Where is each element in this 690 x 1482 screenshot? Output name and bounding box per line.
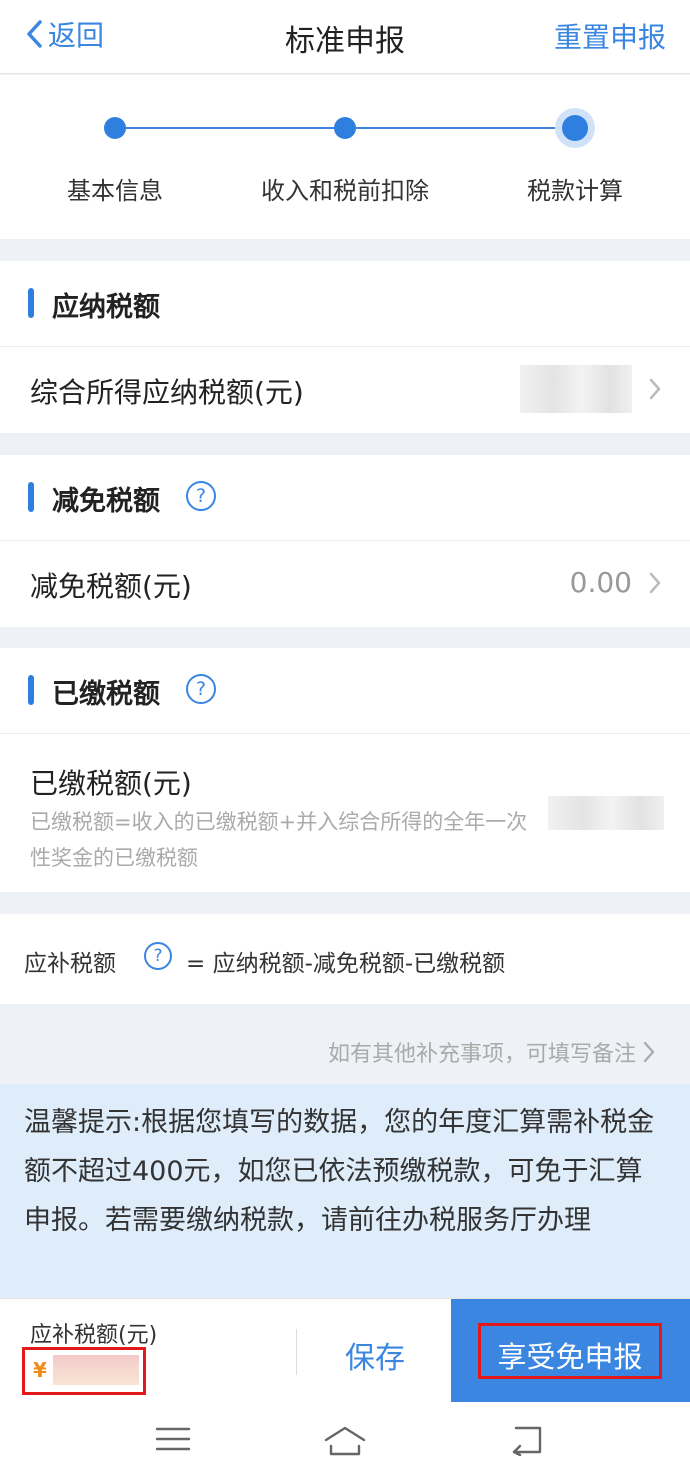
system-nav-bar xyxy=(0,1402,690,1482)
step-dot-1 xyxy=(104,117,126,139)
section-header: 减免税额 ? xyxy=(0,455,690,541)
tax-payable-row[interactable]: 综合所得应纳税额(元) xyxy=(0,347,690,433)
blurred-value xyxy=(520,365,632,413)
tax-paid-section: 已缴税额 ? 已缴税额(元) 已缴税额=收入的已缴税额+并入综合所得的全年一次性… xyxy=(0,648,690,892)
section-accent-bar xyxy=(28,288,34,318)
blurred-value xyxy=(548,796,664,830)
row-value: 0.00 xyxy=(569,566,632,599)
blurred-amount xyxy=(53,1355,139,1385)
reset-declaration-button[interactable]: 重置申报 xyxy=(554,16,666,56)
row-label: 已缴税额(元) xyxy=(30,767,192,800)
divider xyxy=(296,1329,297,1375)
progress-steps: 基本信息 收入和税前扣除 税款计算 xyxy=(0,75,690,239)
tax-paid-row: 已缴税额(元) 已缴税额=收入的已缴税额+并入综合所得的全年一次性奖金的已缴税额 xyxy=(0,734,690,892)
section-title: 应纳税额 xyxy=(52,292,160,323)
bottom-action-bar: 应补税额(元) ¥ 保存 享受免申报 xyxy=(0,1298,690,1403)
due-amount-label: 应补税额(元) xyxy=(30,1323,158,1348)
section-header: 已缴税额 ? xyxy=(0,648,690,734)
menu-icon[interactable] xyxy=(154,1424,192,1454)
step-label-3[interactable]: 税款计算 xyxy=(527,171,623,206)
row-description: 已缴税额=收入的已缴税额+并入综合所得的全年一次性奖金的已缴税额 xyxy=(30,810,528,870)
step-label-2[interactable]: 收入和税前扣除 xyxy=(261,171,429,206)
tax-reduction-row[interactable]: 减免税额(元) 0.00 xyxy=(0,541,690,627)
tax-payable-section: 应纳税额 综合所得应纳税额(元) xyxy=(0,261,690,433)
tip-message: 温馨提示:根据您填写的数据，您的年度汇算需补税金额不超过400元，如您已依法预缴… xyxy=(0,1084,690,1298)
currency-symbol: ¥ xyxy=(33,1358,47,1382)
step-dot-3-active xyxy=(562,115,588,141)
row-label: 综合所得应纳税额(元) xyxy=(30,376,304,409)
due-amount-highlight: ¥ xyxy=(22,1347,146,1395)
home-icon[interactable] xyxy=(322,1424,368,1458)
section-accent-bar xyxy=(28,482,34,512)
formula-row: 应补税额 ? = 应纳税额-减免税额-已缴税额 xyxy=(0,914,690,1004)
exempt-label: 享受免申报 xyxy=(497,1340,643,1374)
section-accent-bar xyxy=(28,675,34,705)
formula-label: 应补税额 xyxy=(24,951,116,977)
chevron-right-icon xyxy=(649,572,661,594)
app-header: 返回 标准申报 重置申报 xyxy=(0,0,690,74)
help-icon[interactable]: ? xyxy=(144,942,172,970)
formula-text: = 应纳税额-减免税额-已缴税额 xyxy=(186,951,506,977)
save-button[interactable]: 保存 xyxy=(300,1333,450,1377)
step-label-1[interactable]: 基本信息 xyxy=(67,171,163,206)
chevron-right-icon xyxy=(643,1041,655,1063)
section-title: 减免税额 xyxy=(52,486,160,517)
exempt-declaration-button[interactable]: 享受免申报 xyxy=(451,1299,690,1403)
tax-reduction-section: 减免税额 ? 减免税额(元) 0.00 xyxy=(0,455,690,627)
chevron-right-icon xyxy=(649,378,661,400)
help-icon[interactable]: ? xyxy=(186,481,216,511)
row-label: 减免税额(元) xyxy=(30,570,192,603)
exempt-highlight: 享受免申报 xyxy=(478,1323,662,1379)
section-title: 已缴税额 xyxy=(52,679,160,710)
help-icon[interactable]: ? xyxy=(186,674,216,704)
step-dot-2 xyxy=(334,117,356,139)
back-nav-icon[interactable] xyxy=(508,1424,544,1456)
section-header: 应纳税额 xyxy=(0,261,690,347)
add-remark-link[interactable]: 如有其他补充事项，可填写备注 xyxy=(328,1036,656,1068)
remark-link-label: 如有其他补充事项，可填写备注 xyxy=(327,1042,636,1067)
